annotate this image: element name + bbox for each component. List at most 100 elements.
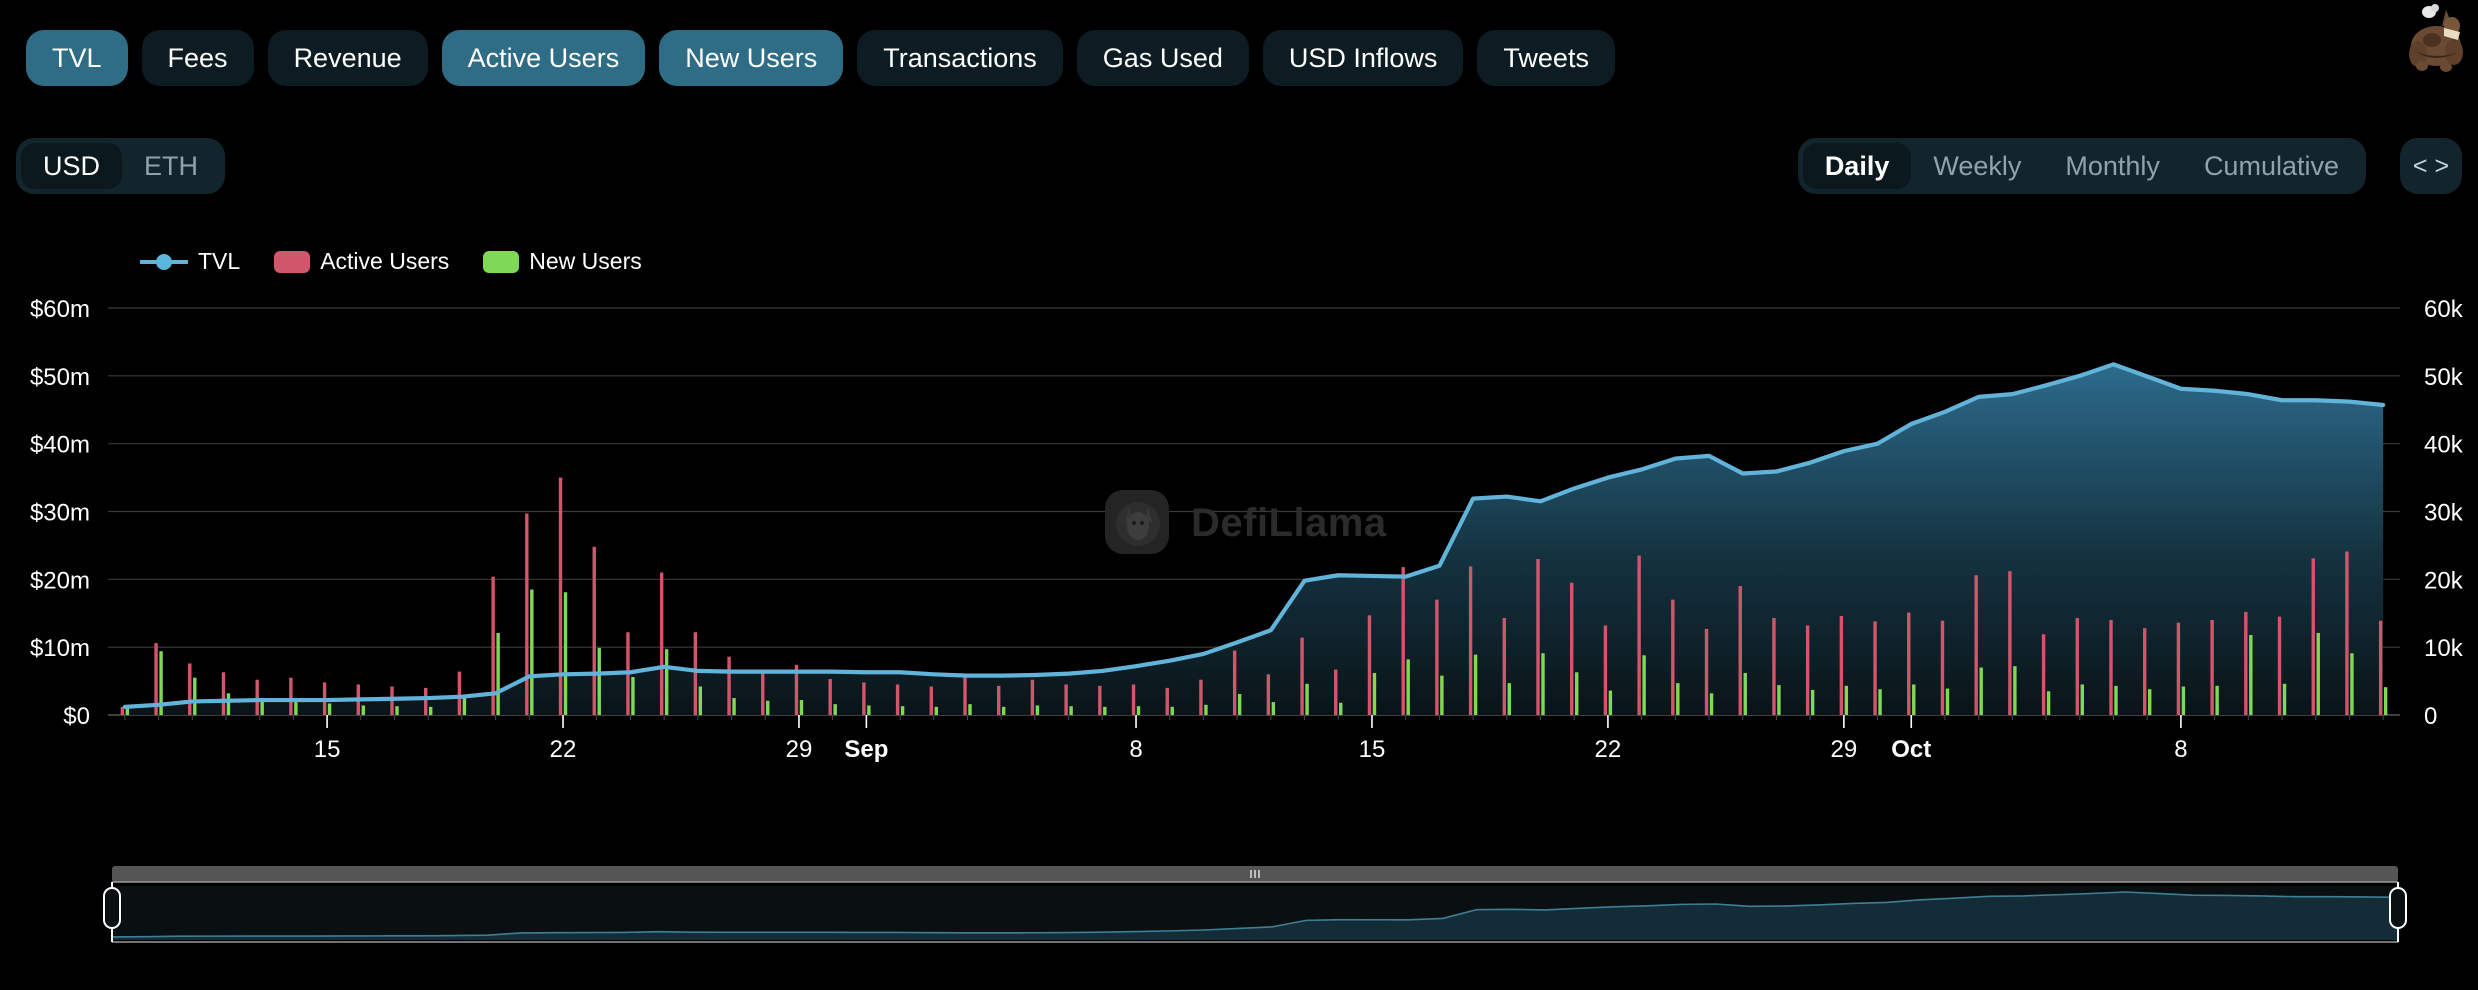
- bar-active-users: [2143, 628, 2146, 715]
- bar-new-users: [1710, 693, 1713, 715]
- bar-new-users: [800, 700, 803, 715]
- bar-new-users: [1508, 683, 1511, 715]
- legend-line-marker-icon: [140, 251, 188, 273]
- legend-label: New Users: [529, 248, 641, 275]
- bar-new-users: [833, 704, 836, 715]
- bar-active-users: [1300, 638, 1303, 715]
- bar-active-users: [1873, 621, 1876, 715]
- right-axis-tick-label: 60k: [2424, 296, 2464, 323]
- llama-mascot-icon[interactable]: [2402, 2, 2474, 72]
- denomination-label: USD: [43, 151, 100, 182]
- bar-new-users: [2317, 633, 2320, 715]
- right-axis-tick-label: 0: [2424, 703, 2437, 730]
- bar-new-users: [294, 702, 297, 715]
- bar-new-users: [1238, 694, 1241, 715]
- bar-active-users: [2244, 612, 2247, 715]
- bar-new-users: [463, 698, 466, 715]
- legend-item-new-users[interactable]: New Users: [483, 248, 641, 275]
- metric-tab-label: TVL: [52, 43, 102, 74]
- bar-new-users: [362, 706, 365, 716]
- bar-new-users: [1642, 655, 1645, 715]
- x-axis: 152229Sep8152229Oct8: [125, 715, 2383, 763]
- bar-active-users: [1772, 618, 1775, 715]
- bar-active-users: [2177, 623, 2180, 715]
- right-axis-tick-label: 50k: [2424, 364, 2464, 391]
- bar-active-users: [761, 670, 764, 715]
- x-axis-tick-label: Oct: [1891, 736, 1931, 763]
- metric-tab-tweets[interactable]: Tweets: [1477, 30, 1615, 86]
- bar-active-users: [289, 678, 292, 715]
- denomination-label: ETH: [144, 151, 198, 182]
- metric-tab-label: Revenue: [294, 43, 402, 74]
- bar-active-users: [1806, 625, 1809, 715]
- bar-new-users: [395, 706, 398, 715]
- bar-new-users: [1609, 691, 1612, 715]
- bar-active-users: [1705, 629, 1708, 715]
- x-axis-tick-label: 22: [550, 736, 577, 763]
- bar-active-users: [1604, 625, 1607, 715]
- bar-new-users: [1541, 653, 1544, 715]
- bar-active-users: [727, 657, 730, 715]
- bar-new-users: [429, 707, 432, 715]
- right-axis-tick-label: 30k: [2424, 500, 2464, 527]
- interval-weekly[interactable]: Weekly: [1911, 143, 2043, 189]
- metric-tab-revenue[interactable]: Revenue: [268, 30, 428, 86]
- metric-tab-active-users[interactable]: Active Users: [442, 30, 646, 86]
- chart-legend: TVL Active Users New Users: [140, 248, 642, 275]
- embed-code-button[interactable]: < >: [2400, 138, 2462, 194]
- metric-tab-gas-used[interactable]: Gas Used: [1077, 30, 1249, 86]
- metric-tab-label: Tweets: [1503, 43, 1589, 74]
- legend-item-tvl[interactable]: TVL: [140, 248, 240, 275]
- interval-label: Cumulative: [2204, 151, 2339, 182]
- bar-new-users: [1845, 686, 1848, 715]
- bar-new-users: [2384, 687, 2387, 715]
- legend-label: TVL: [198, 248, 240, 275]
- interval-monthly[interactable]: Monthly: [2043, 143, 2182, 189]
- bar-new-users: [2047, 691, 2050, 715]
- metric-tab-usd-inflows[interactable]: USD Inflows: [1263, 30, 1464, 86]
- x-axis-tick-label: Sep: [844, 736, 888, 763]
- bar-active-users: [963, 677, 966, 715]
- bar-new-users: [1272, 702, 1275, 715]
- bar-active-users: [255, 680, 258, 715]
- bar-active-users: [559, 478, 562, 715]
- bar-active-users: [1570, 583, 1573, 715]
- bar-new-users: [328, 703, 331, 715]
- bar-active-users: [2278, 617, 2281, 715]
- denomination-usd[interactable]: USD: [21, 143, 122, 189]
- metric-tab-new-users[interactable]: New Users: [659, 30, 843, 86]
- bar-new-users: [1777, 685, 1780, 715]
- chart-brush-slider[interactable]: [0, 860, 2478, 950]
- bar-new-users: [260, 701, 263, 715]
- bar-new-users: [1676, 683, 1679, 715]
- bar-new-users: [1339, 703, 1342, 715]
- bar-new-users: [732, 698, 735, 715]
- code-brackets-icon: < >: [2413, 152, 2449, 181]
- bar-active-users: [1840, 616, 1843, 715]
- bar-new-users: [1575, 672, 1578, 715]
- metric-tab-transactions[interactable]: Transactions: [857, 30, 1063, 86]
- llama-mascot-svg: [2402, 2, 2474, 72]
- bar-active-users: [896, 684, 899, 715]
- denomination-eth[interactable]: ETH: [122, 143, 220, 189]
- bar-new-users: [1878, 689, 1881, 715]
- metric-tab-fees[interactable]: Fees: [142, 30, 254, 86]
- bar-new-users: [631, 677, 634, 715]
- metric-tab-tvl[interactable]: TVL: [26, 30, 128, 86]
- left-axis-tick-label: $20m: [30, 567, 90, 594]
- bar-new-users: [530, 590, 533, 715]
- left-axis-tick-label: $30m: [30, 500, 90, 527]
- bar-new-users: [1440, 676, 1443, 715]
- bar-new-users: [1204, 705, 1207, 715]
- bar-active-users: [1469, 566, 1472, 715]
- bar-new-users: [1171, 707, 1174, 715]
- left-axis-tick-label: $60m: [30, 296, 90, 323]
- legend-item-active-users[interactable]: Active Users: [274, 248, 449, 275]
- interval-cumulative[interactable]: Cumulative: [2182, 143, 2361, 189]
- bar-new-users: [2249, 635, 2252, 715]
- dual-axis-chart[interactable]: $00$10m10k$20m20k$30m30k$40m40k$50m50k$6…: [0, 290, 2478, 850]
- chart-area[interactable]: $00$10m10k$20m20k$30m30k$40m40k$50m50k$6…: [0, 290, 2478, 850]
- interval-daily[interactable]: Daily: [1803, 143, 1912, 189]
- brush-svg[interactable]: [0, 860, 2478, 950]
- bar-active-users: [694, 632, 697, 715]
